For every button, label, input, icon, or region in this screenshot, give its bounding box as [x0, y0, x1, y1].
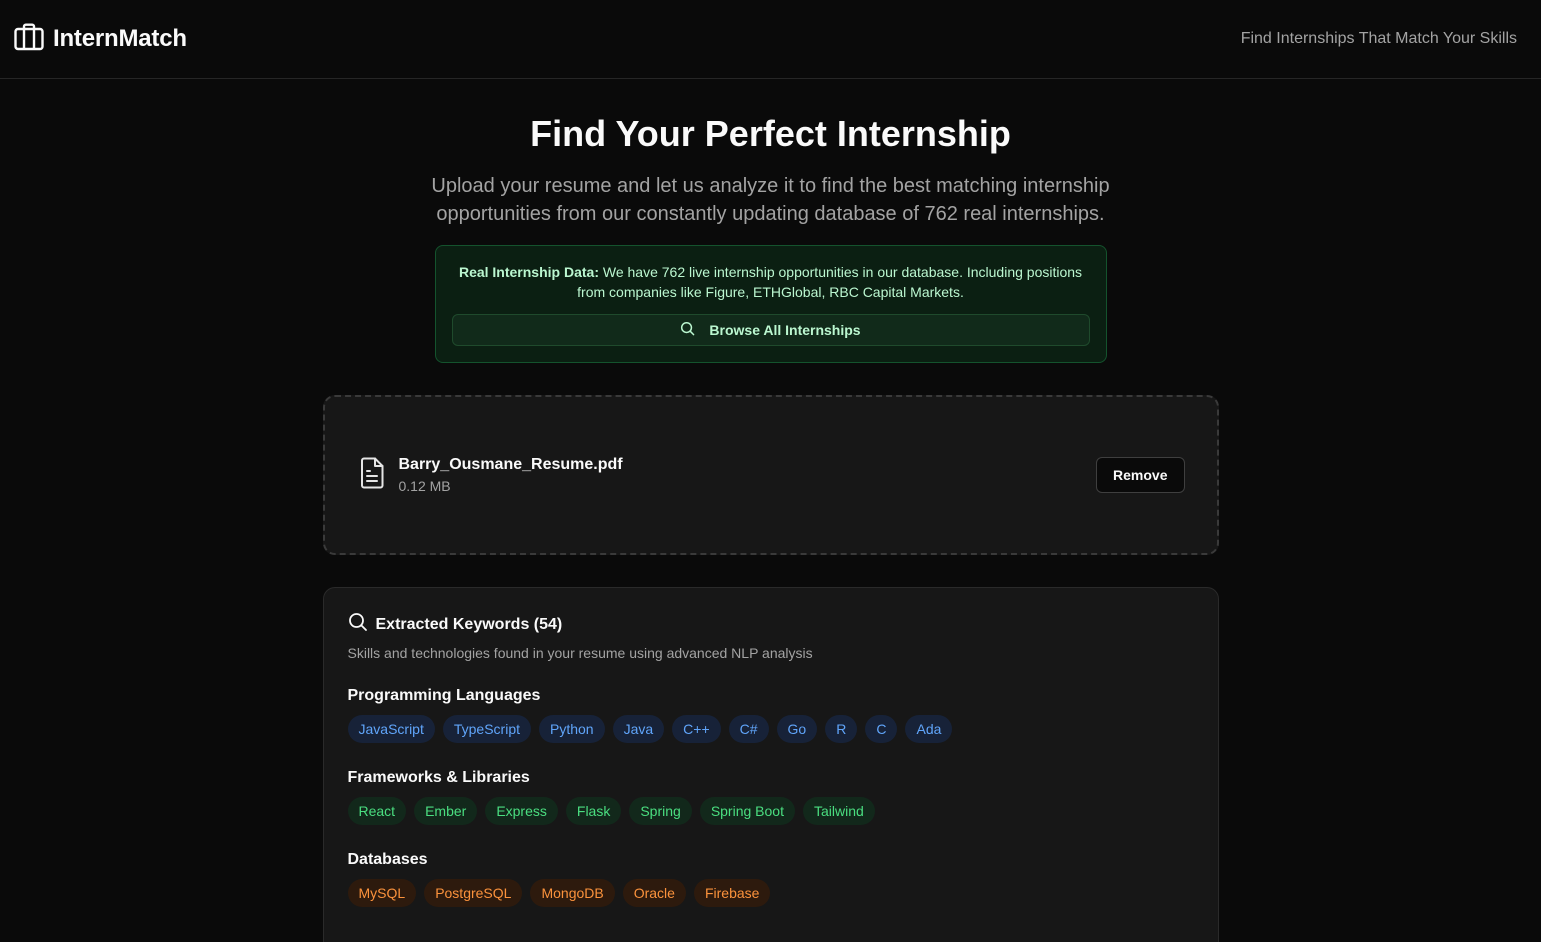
keyword-tag: Go — [776, 715, 818, 743]
browse-all-internships-label: Browse All Internships — [709, 322, 861, 338]
file-size: 0.12 MB — [398, 478, 451, 494]
keyword-tag: Ember — [414, 797, 478, 825]
page-subtitle: Upload your resume and let us analyze it… — [431, 175, 1110, 225]
remove-file-button[interactable]: Remove — [1096, 457, 1185, 493]
notice-label: Real Internship Data: — [458, 264, 599, 280]
extracted-keywords-card: Extracted Keywords (54) Skills and techn… — [322, 587, 1219, 942]
keyword-tag: Spring Boot — [699, 797, 795, 825]
keywords-subtitle: Skills and technologies found in your re… — [347, 645, 813, 661]
keyword-tag: Java — [612, 715, 665, 743]
search-icon — [348, 612, 368, 637]
briefcase-icon — [14, 23, 44, 56]
keyword-tag: PostgreSQL — [424, 879, 523, 907]
app-header: InternMatch Find Internships That Match … — [0, 0, 1541, 79]
search-icon — [680, 321, 695, 339]
keyword-tag: R — [825, 715, 858, 743]
keyword-tag: Python — [539, 715, 605, 743]
keyword-tag: Oracle — [622, 879, 686, 907]
header-tagline: Find Internships That Match Your Skills — [1240, 30, 1517, 47]
keyword-tag: C — [865, 715, 898, 743]
notice-text: Real Internship Data: We have 762 live i… — [452, 262, 1090, 302]
keyword-tag: MySQL — [347, 879, 417, 907]
resume-upload-zone[interactable]: Barry_Ousmane_Resume.pdf 0.12 MB Remove — [322, 395, 1219, 555]
uploaded-file-info: Barry_Ousmane_Resume.pdf 0.12 MB — [359, 456, 623, 494]
tag-list: React Ember Express Flask Spring Spring Boot T… — [347, 797, 1194, 825]
notice-body: We have 762 live internship opportunitie… — [577, 264, 1083, 300]
brand[interactable]: InternMatch — [14, 23, 187, 56]
tag-list: MySQL PostgreSQL MongoDB Oracle Firebase — [347, 879, 1194, 907]
file-name: Barry_Ousmane_Resume.pdf — [398, 456, 623, 473]
keyword-tag: Ada — [905, 715, 953, 743]
brand-name: InternMatch — [53, 25, 187, 52]
keyword-tag: JavaScript — [347, 715, 435, 743]
category-title: Frameworks & Libraries — [347, 769, 530, 786]
keyword-tag: TypeScript — [442, 715, 531, 743]
keywords-title-text: Extracted Keywords (54) — [375, 615, 563, 633]
keyword-tag: React — [347, 797, 407, 825]
browse-all-internships-button[interactable]: Browse All Internships — [451, 314, 1090, 346]
keyword-tag: MongoDB — [530, 879, 615, 907]
file-text-icon — [359, 457, 385, 494]
keyword-tag: Tailwind — [802, 797, 875, 825]
keyword-tag: Firebase — [693, 879, 771, 907]
hero-section: Find Your Perfect Internship Upload your… — [0, 79, 1541, 363]
page-title: Find Your Perfect Internship — [530, 113, 1011, 154]
keyword-tag: Spring — [629, 797, 692, 825]
keyword-tag: C++ — [672, 715, 721, 743]
tag-list: JavaScript TypeScript Python Java C++ C# Go R C A… — [347, 715, 1194, 743]
keyword-tag: Flask — [565, 797, 622, 825]
category-title: Databases — [347, 851, 428, 868]
category-title: Programming Languages — [347, 687, 541, 704]
keywords-title: Extracted Keywords (54) — [348, 612, 1194, 637]
keyword-categories: Programming Languages JavaScript TypeScrip… — [347, 687, 1194, 907]
keyword-tag: C# — [728, 715, 769, 743]
internship-data-notice: Real Internship Data: We have 762 live i… — [434, 245, 1107, 363]
keyword-tag: Express — [485, 797, 558, 825]
